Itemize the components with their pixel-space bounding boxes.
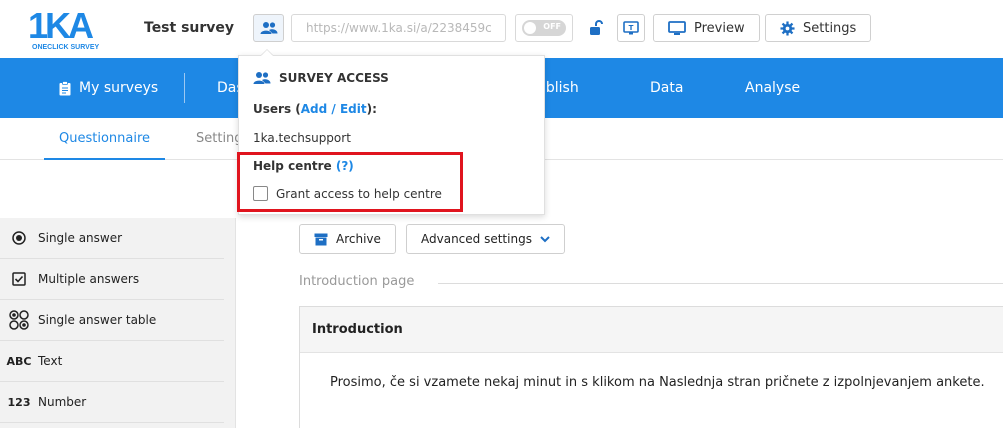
radio-icon	[0, 231, 38, 245]
palette-item-multiple-answers[interactable]: Multiple answers	[0, 259, 224, 300]
toggle-switch: OFF	[522, 20, 566, 36]
popup-users-heading: Users (Add / Edit):	[253, 102, 377, 116]
introduction-card-title: Introduction	[300, 307, 1003, 353]
nav-data[interactable]: Data	[650, 58, 683, 118]
chevron-down-icon	[540, 236, 550, 243]
palette-item-text[interactable]: ABC Text	[0, 341, 224, 382]
add-edit-users-link[interactable]: Add / Edit	[301, 102, 367, 116]
section-divider	[438, 283, 1003, 284]
unlock-button[interactable]	[583, 14, 609, 42]
highlight-annotation	[237, 152, 463, 212]
archive-icon	[314, 233, 328, 245]
popup-title: SURVEY ACCESS	[253, 71, 389, 85]
palette-label: Number	[38, 395, 87, 409]
popup-title-text: SURVEY ACCESS	[279, 71, 389, 85]
survey-access-button[interactable]	[253, 14, 284, 42]
archive-button[interactable]: Archive	[299, 224, 396, 254]
users-label: Users (	[253, 102, 301, 116]
tab-questionnaire[interactable]: Questionnaire	[44, 118, 166, 160]
monitor-icon	[668, 20, 686, 35]
palette-item-single-answer-table[interactable]: Single answer table	[0, 300, 224, 341]
nav-divider	[184, 73, 185, 103]
svg-text:T: T	[629, 24, 634, 32]
logo[interactable]: 1KA ONECLICK SURVEY	[28, 8, 108, 52]
users-icon	[260, 22, 277, 34]
text-icon: ABC	[6, 354, 32, 368]
grid-icon	[0, 309, 38, 331]
tab-settings[interactable]: Setting	[196, 118, 243, 160]
test-survey-button[interactable]: T	[617, 14, 645, 42]
unlock-icon	[590, 20, 603, 35]
checkbox-icon	[0, 272, 38, 286]
palette-label: Single answer	[38, 231, 123, 245]
survey-title[interactable]: Test survey	[144, 20, 234, 36]
survey-url-field[interactable]: https://www.1ka.si/a/2238459c	[291, 14, 506, 42]
users-suffix: ):	[366, 102, 377, 116]
user-entry: 1ka.techsupport	[253, 131, 351, 145]
toggle-label: OFF	[543, 22, 561, 31]
preview-label: Preview	[694, 20, 745, 36]
introduction-page-label: Introduction page	[299, 274, 415, 289]
gear-icon	[780, 20, 795, 36]
advanced-settings-label: Advanced settings	[421, 232, 532, 246]
nav-analyse[interactable]: Analyse	[745, 58, 800, 118]
question-type-palette: Single answer Multiple answers Single an…	[0, 218, 236, 428]
archive-label: Archive	[336, 232, 381, 246]
palette-label: Single answer table	[38, 313, 157, 327]
nav-label-my-surveys: My surveys	[79, 80, 159, 96]
advanced-settings-button[interactable]: Advanced settings	[406, 224, 565, 254]
settings-button[interactable]: Settings	[765, 14, 872, 42]
popup-arrow-inner	[261, 50, 273, 56]
preview-button[interactable]: Preview	[653, 14, 760, 42]
logo-mark: 1KA	[28, 5, 94, 46]
survey-active-toggle[interactable]: OFF	[515, 14, 573, 42]
top-header: 1KA ONECLICK SURVEY Test survey https://…	[0, 0, 1003, 58]
users-icon	[253, 72, 271, 84]
introduction-card-text[interactable]: Prosimo, če si vzamete nekaj minut in s …	[330, 375, 985, 390]
number-icon: 123	[7, 395, 31, 409]
palette-label: Multiple answers	[38, 272, 140, 286]
palette-item-single-answer[interactable]: Single answer	[0, 218, 224, 259]
clipboard-icon	[59, 80, 71, 95]
palette-item-number[interactable]: 123 Number	[0, 382, 224, 423]
introduction-card[interactable]: Introduction Prosimo, če si vzamete neka…	[299, 306, 1003, 428]
nav-my-surveys[interactable]: My surveys	[59, 58, 158, 118]
settings-label: Settings	[803, 20, 857, 36]
palette-label: Text	[38, 354, 63, 368]
logo-subtitle: ONECLICK SURVEY	[32, 44, 100, 51]
monitor-t-icon: T	[623, 21, 639, 35]
toggle-knob	[524, 22, 536, 34]
